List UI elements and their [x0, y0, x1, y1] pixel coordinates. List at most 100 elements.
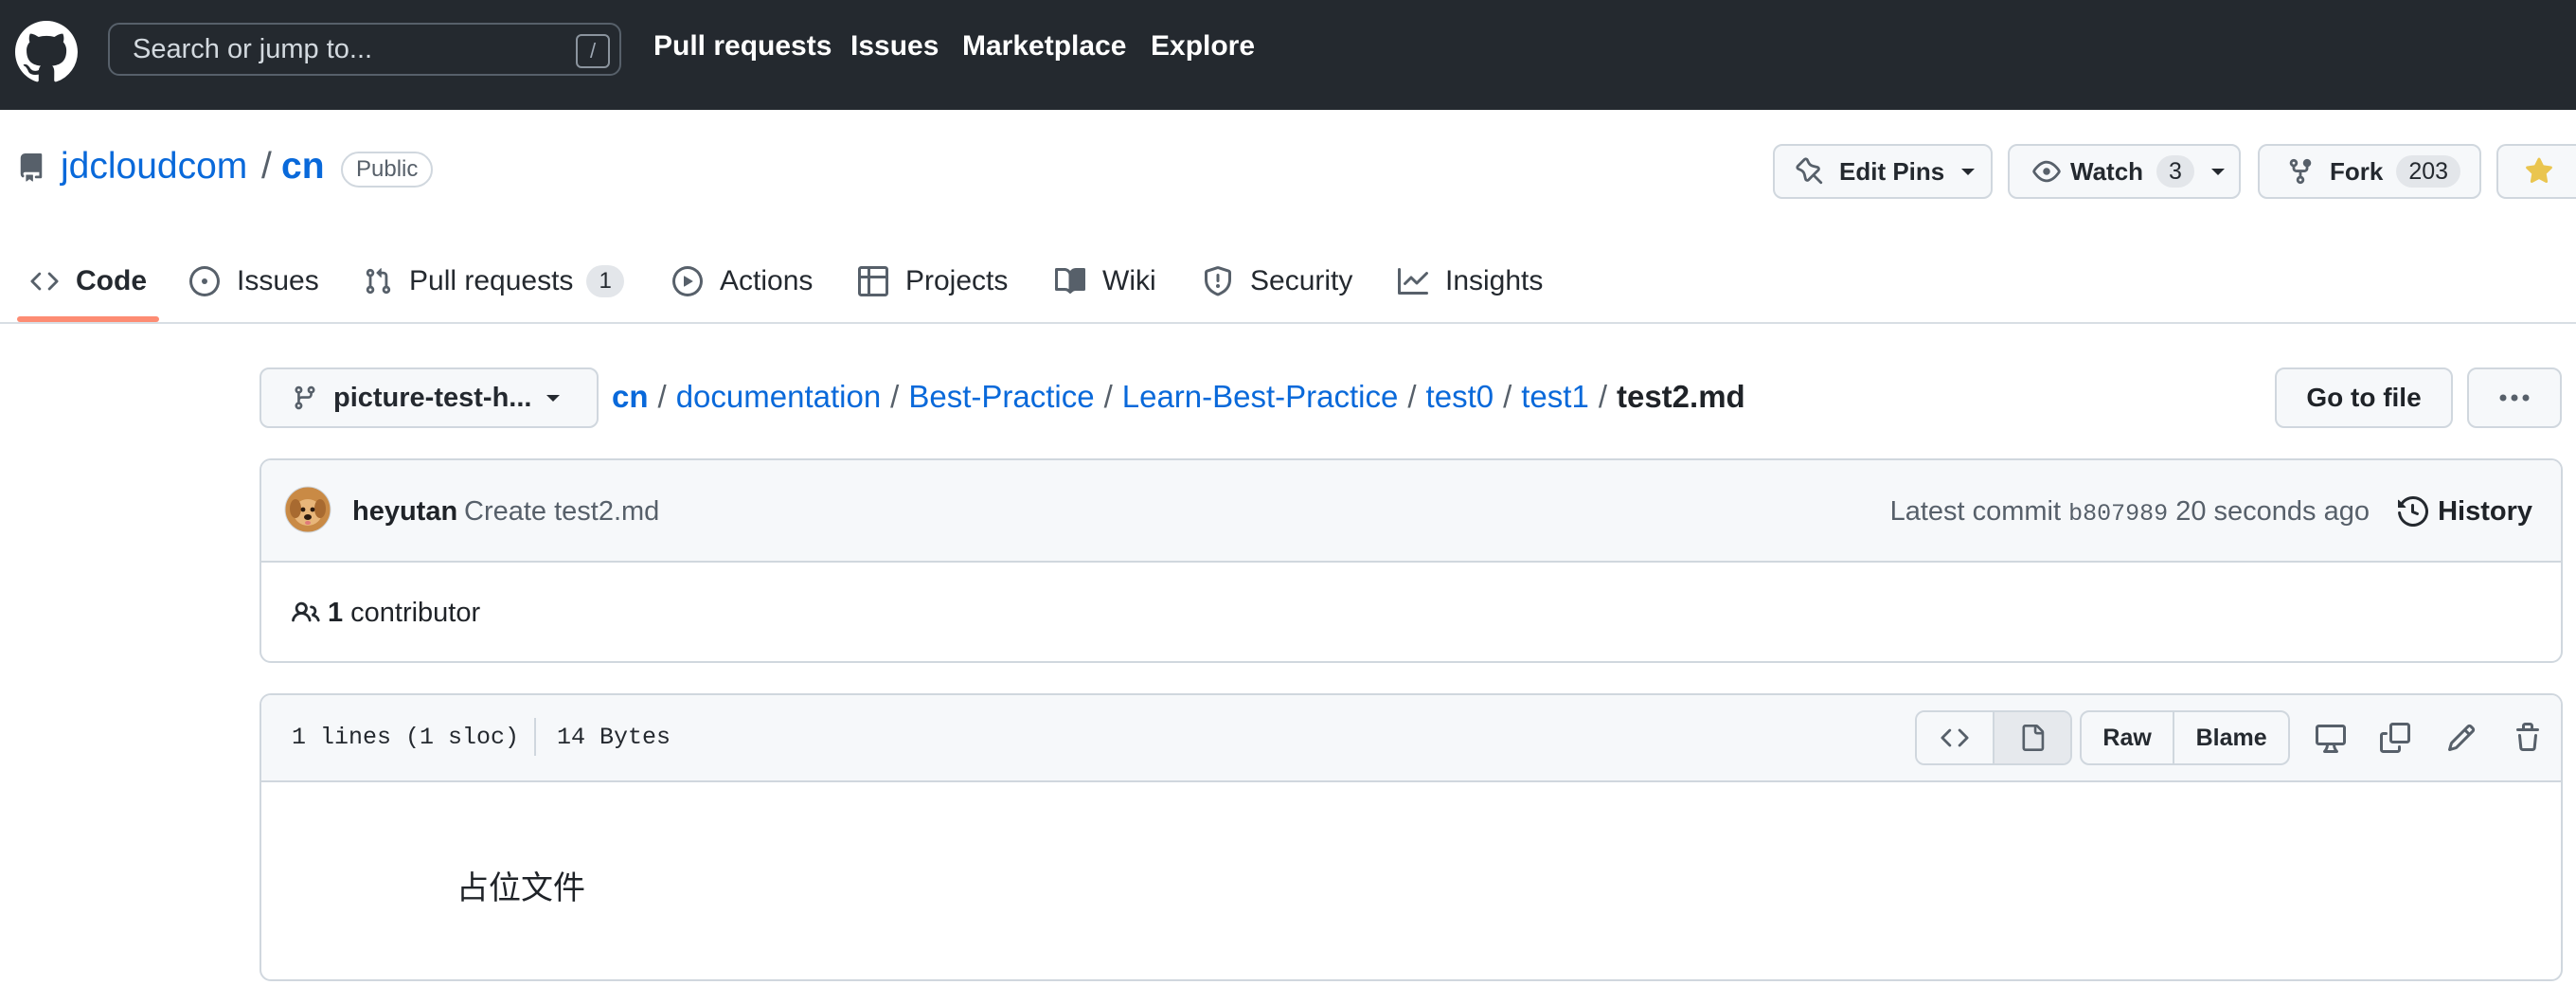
latest-commit-box: heyutan Create test2.md Latest commit b8… — [259, 458, 2563, 663]
display-rendered-button[interactable] — [1995, 712, 2070, 763]
tab-insights-label: Insights — [1445, 265, 1544, 296]
edit-file-button[interactable] — [2440, 716, 2483, 760]
breadcrumb-current-file: test2.md — [1616, 379, 1745, 414]
more-options-button[interactable] — [2467, 367, 2562, 428]
star-button[interactable] — [2496, 144, 2576, 199]
tab-wiki-label: Wiki — [1102, 265, 1156, 296]
git-pull-request-icon — [364, 267, 392, 296]
book-icon — [1055, 266, 1085, 296]
search-shortcut-key: / — [576, 34, 610, 68]
chevron-down-icon — [2209, 166, 2227, 177]
breadcrumb-separator: / — [1503, 379, 1512, 414]
file-header: 1 lines (1 sloc) 14 Bytes Raw Blame — [261, 695, 2561, 782]
shield-icon — [1203, 266, 1233, 296]
search-input[interactable] — [108, 23, 621, 76]
copy-raw-button[interactable] — [2373, 716, 2417, 760]
chevron-down-icon — [545, 392, 562, 403]
breadcrumb-test0[interactable]: test0 — [1426, 379, 1494, 414]
fork-button[interactable]: Fork 203 — [2258, 144, 2481, 199]
file-content: 占位文件 — [456, 870, 585, 906]
tab-insights[interactable]: Insights — [1398, 241, 1543, 322]
repo-name-link[interactable]: cn — [281, 146, 325, 188]
repo-tab-bar: Code Issues Pull requests 1 Actions Proj… — [0, 241, 2576, 324]
open-desktop-button[interactable] — [2309, 716, 2352, 760]
nav-issues[interactable]: Issues — [850, 30, 939, 63]
nav-pull-requests[interactable]: Pull requests — [653, 30, 832, 63]
trash-icon — [2513, 723, 2543, 753]
delete-file-button[interactable] — [2506, 716, 2549, 760]
tab-wiki[interactable]: Wiki — [1055, 241, 1156, 322]
commit-meta: Latest commit b807989 20 seconds ago — [1890, 496, 2370, 528]
watch-button[interactable]: Watch 3 — [2008, 144, 2241, 199]
history-link[interactable]: History — [2398, 489, 2532, 534]
raw-blame-group: Raw Blame — [2080, 710, 2290, 765]
tab-actions[interactable]: Actions — [672, 241, 813, 322]
breadcrumb-separator: / — [1407, 379, 1417, 414]
breadcrumb-best-practice[interactable]: Best-Practice — [908, 379, 1094, 414]
breadcrumb-separator: / — [1103, 379, 1113, 414]
code-icon — [30, 267, 59, 296]
eye-icon — [2032, 157, 2061, 186]
commit-author[interactable]: heyutan — [352, 496, 457, 528]
pin-icon — [1796, 157, 1824, 186]
tab-security[interactable]: Security — [1203, 241, 1352, 322]
active-tab-indicator — [17, 316, 159, 322]
tab-projects-label: Projects — [905, 265, 1009, 296]
fork-count: 203 — [2396, 155, 2461, 188]
nav-marketplace[interactable]: Marketplace — [962, 30, 1126, 63]
tab-code[interactable]: Code — [30, 241, 147, 322]
breadcrumb-separator: / — [1598, 379, 1607, 414]
commit-row: heyutan Create test2.md Latest commit b8… — [261, 460, 2561, 563]
history-label: History — [2438, 495, 2532, 527]
branch-name: picture-test-h... — [333, 382, 532, 413]
breadcrumb-documentation[interactable]: documentation — [676, 379, 881, 414]
file-meta-divider — [534, 718, 536, 756]
nav-explore[interactable]: Explore — [1151, 30, 1255, 63]
breadcrumb-root[interactable]: cn — [612, 379, 649, 414]
visibility-badge: Public — [341, 152, 434, 188]
tab-projects[interactable]: Projects — [858, 241, 1008, 322]
branch-select-button[interactable]: picture-test-h... — [259, 367, 599, 428]
commit-message[interactable]: Create test2.md — [464, 496, 659, 528]
history-icon — [2398, 496, 2429, 527]
people-icon — [292, 599, 320, 627]
edit-pins-label: Edit Pins — [1839, 156, 1945, 186]
view-mode-toggle — [1915, 710, 2072, 765]
contributors-row: 1 contributor — [261, 563, 2561, 661]
repo-path-separator: / — [261, 146, 272, 187]
breadcrumb-learn-best-practice[interactable]: Learn-Best-Practice — [1122, 379, 1399, 414]
avatar[interactable] — [284, 486, 331, 533]
contributor-label[interactable]: contributor — [350, 598, 480, 629]
watch-label: Watch — [2070, 156, 2144, 186]
commit-time: 20 seconds ago — [2175, 496, 2370, 527]
edit-pins-button[interactable]: Edit Pins — [1773, 144, 1993, 199]
tab-security-label: Security — [1250, 265, 1353, 296]
file-viewer: 1 lines (1 sloc) 14 Bytes Raw Blame 占位文件 — [259, 693, 2563, 981]
star-icon — [2525, 157, 2553, 186]
display-source-button[interactable] — [1917, 712, 1995, 763]
github-logo-icon[interactable] — [15, 21, 78, 83]
file-size: 14 Bytes — [557, 724, 671, 751]
table-icon — [858, 266, 888, 296]
tab-pull-requests[interactable]: Pull requests 1 — [364, 241, 624, 322]
code-icon — [1941, 724, 1969, 752]
git-branch-icon — [292, 385, 318, 411]
breadcrumb-separator: / — [890, 379, 900, 414]
blame-button[interactable]: Blame — [2174, 712, 2288, 763]
chevron-down-icon — [1959, 166, 1977, 177]
go-to-file-button[interactable]: Go to file — [2275, 367, 2453, 428]
breadcrumb-test1[interactable]: test1 — [1521, 379, 1589, 414]
pencil-icon — [2446, 723, 2477, 753]
issue-opened-icon — [189, 266, 220, 296]
file-line-count: 1 lines (1 sloc) — [292, 724, 520, 751]
tab-issues[interactable]: Issues — [189, 241, 319, 322]
watch-count: 3 — [2156, 155, 2194, 188]
graph-icon — [1398, 266, 1428, 296]
file-icon — [2019, 724, 2046, 752]
repo-forked-icon — [2286, 157, 2315, 186]
play-icon — [672, 266, 703, 296]
raw-button[interactable]: Raw — [2082, 712, 2175, 763]
repo-owner-link[interactable]: jdcloudcom — [61, 146, 247, 188]
contributor-count[interactable]: 1 — [328, 598, 343, 629]
commit-sha[interactable]: b807989 — [2068, 500, 2168, 528]
